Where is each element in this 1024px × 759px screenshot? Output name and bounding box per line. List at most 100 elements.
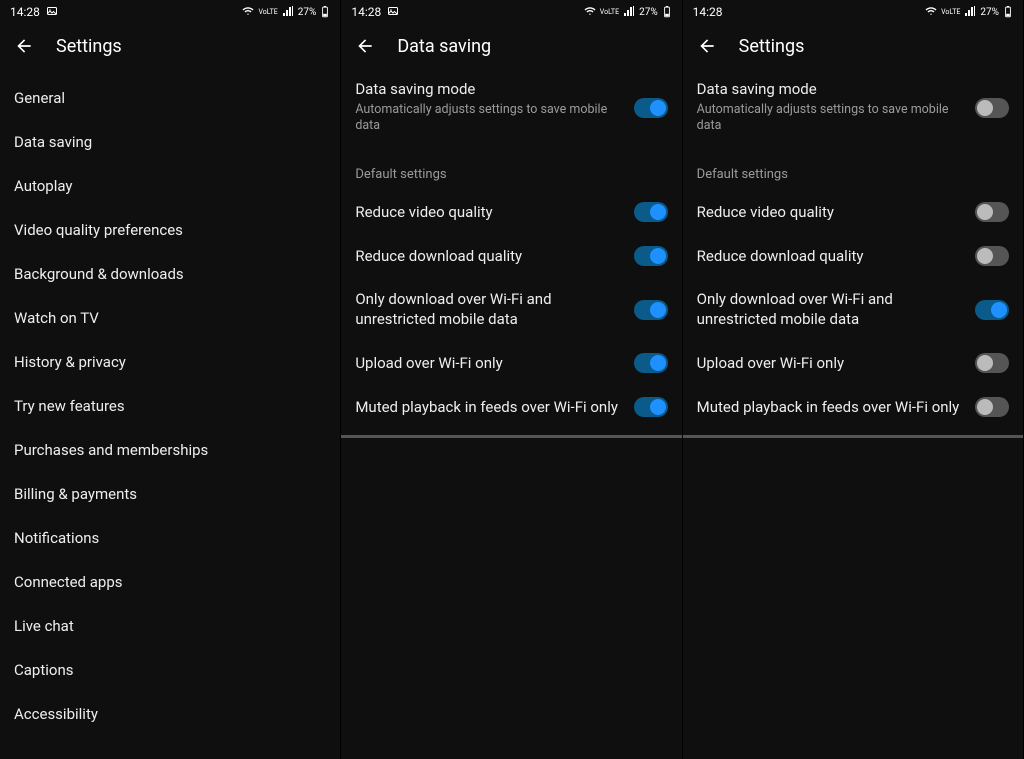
battery-pct: 27%: [639, 7, 658, 18]
label-block: Data saving mode Automatically adjusts s…: [355, 80, 621, 135]
signal-icon: [623, 5, 635, 20]
signal-icon: [282, 5, 294, 20]
lte-label: VoLTE: [941, 9, 960, 16]
toggle-label: Upload over Wi-Fi only: [355, 354, 621, 374]
label-block: Data saving mode Automatically adjusts s…: [697, 80, 963, 135]
settings-item-purchases[interactable]: Purchases and memberships: [0, 428, 340, 472]
battery-icon: [1003, 6, 1013, 18]
upload-wifi-only-toggle[interactable]: [634, 353, 668, 373]
header: Data saving: [341, 24, 681, 68]
back-button[interactable]: [695, 34, 719, 58]
toggle-label: Only download over Wi-Fi and unrestricte…: [355, 290, 621, 329]
lte-label: VoLTE: [258, 9, 277, 16]
back-button[interactable]: [353, 34, 377, 58]
settings-item-accessibility[interactable]: Accessibility: [0, 692, 340, 736]
settings-item-connected-apps[interactable]: Connected apps: [0, 560, 340, 604]
settings-item-billing[interactable]: Billing & payments: [0, 472, 340, 516]
divider: [341, 435, 681, 438]
toggle-row-reduce-video-quality[interactable]: Reduce video quality: [341, 190, 681, 234]
panel-settings-list: 14:28 VoLTE 27% Settings General Data sa: [0, 0, 341, 759]
toggle-label: Reduce video quality: [355, 203, 621, 223]
toggle-label: Upload over Wi-Fi only: [697, 354, 963, 374]
battery-icon: [320, 6, 330, 18]
wifi-icon: [242, 5, 254, 20]
header: Settings: [0, 24, 340, 68]
status-left: 14:28: [10, 5, 58, 20]
muted-playback-toggle[interactable]: [975, 397, 1009, 417]
settings-item-watch-on-tv[interactable]: Watch on TV: [0, 296, 340, 340]
settings-item-notifications[interactable]: Notifications: [0, 516, 340, 560]
status-left: 14:28: [693, 5, 723, 19]
settings-item-autoplay[interactable]: Autoplay: [0, 164, 340, 208]
panel-data-saving-on: 14:28 VoLTE 27% Data saving Data sav: [341, 0, 682, 759]
toggle-label: Muted playback in feeds over Wi-Fi only: [355, 398, 621, 418]
upload-wifi-only-toggle[interactable]: [975, 353, 1009, 373]
reduce-video-quality-toggle[interactable]: [975, 202, 1009, 222]
settings-item-general[interactable]: General: [0, 76, 340, 120]
status-left: 14:28: [351, 5, 399, 20]
header: Settings: [683, 24, 1023, 68]
data-saving-mode-toggle[interactable]: [634, 98, 668, 118]
toggle-row-reduce-video-quality[interactable]: Reduce video quality: [683, 190, 1023, 234]
reduce-download-quality-toggle[interactable]: [634, 246, 668, 266]
data-saving-mode-row[interactable]: Data saving mode Automatically adjusts s…: [341, 68, 681, 147]
toggle-row-only-download-wifi[interactable]: Only download over Wi-Fi and unrestricte…: [341, 278, 681, 341]
toggle-label: Muted playback in feeds over Wi-Fi only: [697, 398, 963, 418]
settings-item-video-quality[interactable]: Video quality preferences: [0, 208, 340, 252]
toggle-row-reduce-download-quality[interactable]: Reduce download quality: [683, 234, 1023, 278]
signal-icon: [964, 5, 976, 20]
page-title: Data saving: [397, 36, 491, 57]
page-title: Settings: [56, 36, 122, 57]
toggle-row-upload-wifi-only[interactable]: Upload over Wi-Fi only: [683, 341, 1023, 385]
wifi-icon: [925, 5, 937, 20]
picture-icon: [46, 5, 58, 20]
muted-playback-toggle[interactable]: [634, 397, 668, 417]
battery-icon: [662, 6, 672, 18]
settings-item-history-privacy[interactable]: History & privacy: [0, 340, 340, 384]
toggle-row-only-download-wifi[interactable]: Only download over Wi-Fi and unrestricte…: [683, 278, 1023, 341]
settings-item-data-saving[interactable]: Data saving: [0, 120, 340, 164]
status-bar: 14:28 VoLTE 27%: [0, 0, 340, 24]
settings-item-captions[interactable]: Captions: [0, 648, 340, 692]
lte-label: VoLTE: [600, 9, 619, 16]
only-download-wifi-toggle[interactable]: [634, 300, 668, 320]
only-download-wifi-toggle[interactable]: [975, 300, 1009, 320]
toggle-row-muted-playback[interactable]: Muted playback in feeds over Wi-Fi only: [341, 385, 681, 429]
back-button[interactable]: [12, 34, 36, 58]
toggle-title: Data saving mode: [355, 80, 621, 100]
wifi-icon: [584, 5, 596, 20]
status-bar: 14:28 VoLTE 27%: [683, 0, 1023, 24]
status-time: 14:28: [693, 5, 723, 19]
battery-pct: 27%: [980, 7, 999, 18]
divider: [683, 435, 1023, 438]
settings-item-live-chat[interactable]: Live chat: [0, 604, 340, 648]
settings-item-background-downloads[interactable]: Background & downloads: [0, 252, 340, 296]
status-bar: 14:28 VoLTE 27%: [341, 0, 681, 24]
data-saving-mode-toggle[interactable]: [975, 98, 1009, 118]
settings-list: General Data saving Autoplay Video quali…: [0, 68, 340, 736]
toggle-label: Reduce download quality: [697, 247, 963, 267]
toggle-row-muted-playback[interactable]: Muted playback in feeds over Wi-Fi only: [683, 385, 1023, 429]
picture-icon: [387, 5, 399, 20]
toggle-row-reduce-download-quality[interactable]: Reduce download quality: [341, 234, 681, 278]
page-title: Settings: [739, 36, 805, 57]
data-saving-mode-row[interactable]: Data saving mode Automatically adjusts s…: [683, 68, 1023, 147]
toggle-subtitle: Automatically adjusts settings to save m…: [355, 102, 621, 136]
settings-item-try-new-features[interactable]: Try new features: [0, 384, 340, 428]
panel-data-saving-off: 14:28 VoLTE 27% Settings Data saving mod…: [683, 0, 1024, 759]
section-header-default: Default settings: [683, 147, 1023, 190]
reduce-video-quality-toggle[interactable]: [634, 202, 668, 222]
status-right: VoLTE 27%: [925, 5, 1013, 20]
toggle-label: Reduce video quality: [697, 203, 963, 223]
battery-pct: 27%: [298, 7, 317, 18]
reduce-download-quality-toggle[interactable]: [975, 246, 1009, 266]
toggle-subtitle: Automatically adjusts settings to save m…: [697, 102, 963, 136]
status-time: 14:28: [10, 5, 40, 19]
toggle-title: Data saving mode: [697, 80, 963, 100]
status-right: VoLTE 27%: [584, 5, 672, 20]
status-time: 14:28: [351, 5, 381, 19]
toggle-label: Reduce download quality: [355, 247, 621, 267]
status-right: VoLTE 27%: [242, 5, 330, 20]
toggle-row-upload-wifi-only[interactable]: Upload over Wi-Fi only: [341, 341, 681, 385]
toggle-label: Only download over Wi-Fi and unrestricte…: [697, 290, 963, 329]
